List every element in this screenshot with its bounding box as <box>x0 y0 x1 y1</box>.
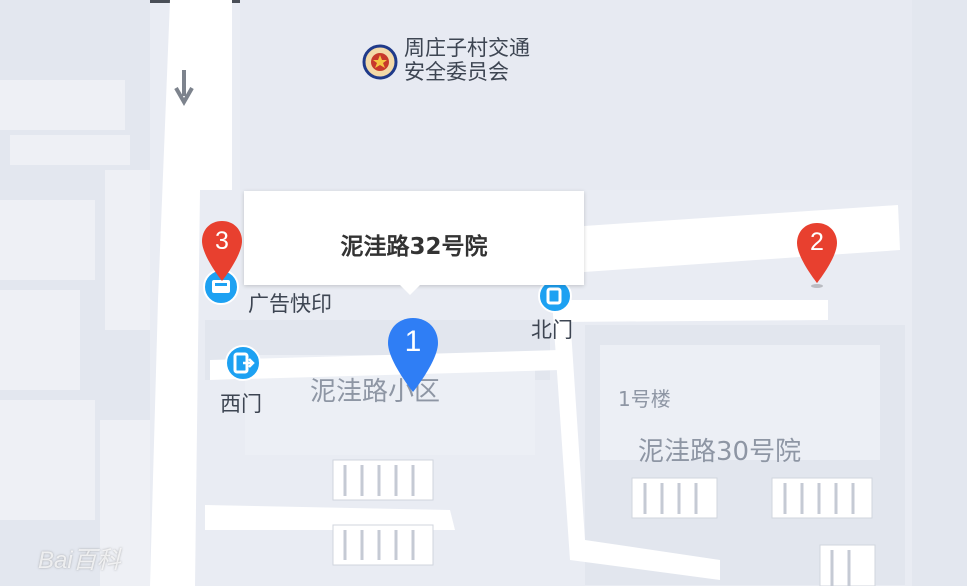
map-block <box>10 135 130 165</box>
west-gate-poi-icon <box>225 345 261 381</box>
map-marker-1[interactable]: 1 <box>386 316 440 396</box>
map-block <box>0 400 95 520</box>
ad-print-label[interactable]: 广告快印 <box>248 292 332 316</box>
map-block <box>105 170 150 330</box>
police-emblem-icon <box>362 44 398 80</box>
north-gate-label[interactable]: 北门 <box>531 318 573 342</box>
east-road <box>584 205 900 272</box>
marker-2-label: 2 <box>810 228 824 256</box>
baidu-baike-watermark: Bai百科 <box>38 547 121 574</box>
map-block <box>912 0 967 586</box>
info-popup[interactable]: 泥洼路32号院 <box>244 191 584 295</box>
east-road-lower <box>560 300 828 322</box>
marker-1-label: 1 <box>404 325 422 358</box>
map-canvas[interactable] <box>0 0 967 586</box>
map-marker-3[interactable]: 3 <box>200 219 244 285</box>
popup-title: 泥洼路32号院 <box>340 234 488 260</box>
west-gate-label[interactable]: 西门 <box>220 392 262 416</box>
committee-label-line2: 安全委员会 <box>404 60 509 85</box>
marker-3-label: 3 <box>215 227 229 255</box>
niwa30-label[interactable]: 泥洼路30号院 <box>638 437 801 468</box>
map-block <box>0 290 80 390</box>
building1-label[interactable]: 1号楼 <box>618 388 671 411</box>
committee-label[interactable]: 周庄子村交通 安全委员会 <box>404 36 530 84</box>
map-marker-2[interactable]: 2 <box>795 221 839 289</box>
map-block <box>240 0 920 190</box>
committee-label-line1: 周庄子村交通 <box>404 36 530 60</box>
map-block <box>0 80 125 130</box>
map-block <box>0 200 95 280</box>
